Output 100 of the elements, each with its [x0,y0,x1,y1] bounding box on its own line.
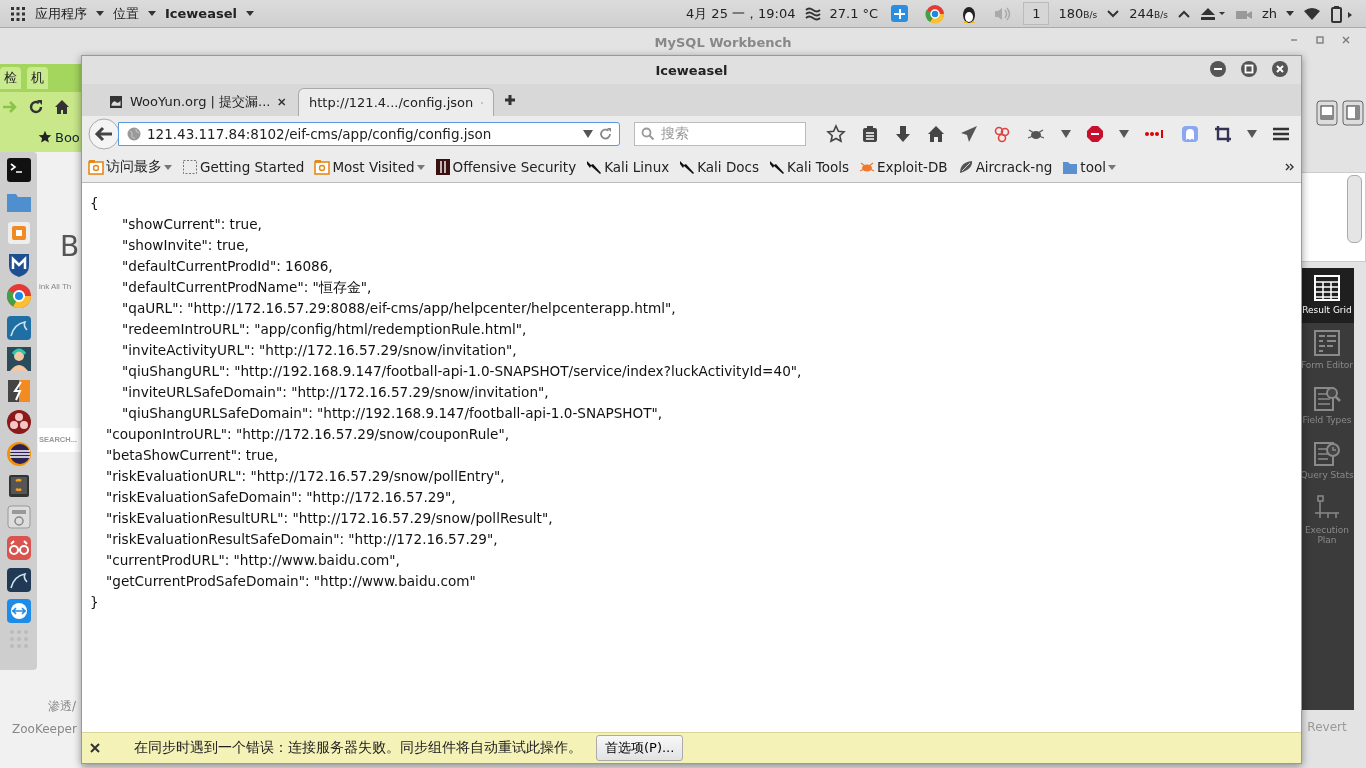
grid-icon [1313,274,1341,302]
language-menu[interactable]: zh [1261,6,1277,21]
home-icon[interactable] [927,125,945,143]
bookmark-link[interactable]: Kali Linux [586,159,670,175]
bookmark-link[interactable]: tool [1062,159,1116,175]
page-tagline: ink All Th [39,282,72,291]
tool-icon [769,159,785,175]
folder-icon [314,159,331,175]
circles-icon[interactable] [993,125,1011,143]
search-icon [641,127,655,141]
paper-plane-icon[interactable] [960,125,978,143]
bookmark-link[interactable]: Kali Tools [769,159,849,175]
close-icon[interactable] [90,743,100,753]
site-icon [434,159,451,175]
places-menu[interactable]: 位置 [113,4,139,23]
bookmark-link[interactable]: Aircrack-ng [957,159,1053,175]
site-icon [110,94,123,110]
clipboard-icon[interactable] [861,125,879,143]
remote-app-icon[interactable] [890,3,911,24]
footer-text: 渗透/ [48,698,77,715]
dots-icon[interactable] [1144,129,1166,139]
tool-icon [679,159,696,175]
bookmark-link[interactable]: Exploit-DB [858,159,948,175]
maximize-icon[interactable] [1240,60,1258,78]
caret-icon [96,11,104,16]
chevron-up-icon [1176,8,1191,19]
crop-icon[interactable] [1214,125,1232,143]
close-icon[interactable] [1271,60,1289,78]
dish-icon [957,159,974,175]
dropdown-icon[interactable] [1119,130,1129,138]
back-icon[interactable] [88,118,120,150]
dropdown-icon[interactable] [1247,130,1257,138]
dropdown-icon[interactable] [1061,130,1071,138]
app-grid-icon[interactable] [10,5,26,22]
scrollbar[interactable] [1347,175,1362,243]
bookmark-link[interactable]: Boo [55,129,80,145]
globe-icon [127,127,141,141]
preferences-button[interactable]: 首选项(P)... [596,735,684,761]
glasses-icon[interactable] [4,534,33,562]
tool-icon [586,159,603,175]
json-text: { "showCurrent": true, "showInvite": true, "defaultCurrentProdId": 16086, "defaultCurrentProdName": "恒存金", "qaURL": "http://172.16.57.29:8088/eif-cms/app/helpcenter/helpcenterapp.html", "redeemIntroURL": "app/config/html/redemptionRule.html", "inviteActivityURL": "http://172.16.57.29/snow/invitation", "qiuShangURL": "http://192.168.9.147/football-api-1.0-SNAPSHOT/service/index?luckActivityId=40", "inviteURLSafeDomain": "http://172.16.57.29/snow/invitation", "qiuShangURLSafeDomain": "http://192.168.9.147/football-api-1.0-SNAPSHOT", "couponIntroURL": "http://172.16.57.29/snow/couponRule", "betaShowCurrent": true, "riskEvaluationURL": "http://172.16.57.29/snow/pollEntry", "riskEvaluationSafeDomain": "http://172.16.57.29", "riskEvaluationResultURL": "http://172.16.57.29/snow/pollResult", "riskEvaluationResultSafeDomain": "http://172.16.57.29", "currentProdURL": "http://www.baidu.com", "getCurrentProdSafeDomain": "http://www.baidu.com" } [90,194,803,612]
workspace-indicator[interactable]: 1 [1023,2,1050,25]
app-menu[interactable]: Iceweasel [165,6,237,21]
dolphin-icon[interactable] [4,565,33,594]
page-icon [182,159,198,175]
menu-icon[interactable] [1272,126,1290,142]
eject-icon[interactable] [1199,6,1226,21]
caret-icon [1107,164,1116,170]
caret-icon [416,164,425,170]
browser-tab[interactable]: WooYun.org | 提交漏... [100,88,296,116]
browser-tab[interactable]: http://121.4.../config.json [298,88,494,116]
window-title: MySQL Workbench [653,34,792,50]
browser-tab[interactable]: 检 [0,67,21,89]
url-text: 121.43.117.84:8102/eif-cms/app/config/config.json [147,126,492,142]
ad-block-icon[interactable] [1086,125,1104,143]
star-icon[interactable] [826,124,846,144]
bookmark-link[interactable]: Getting Started [182,159,305,175]
star-icon [38,130,52,144]
temperature[interactable]: 27.1 °C [829,6,879,21]
stopwatch-icon [1313,439,1341,467]
applications-menu[interactable]: 应用程序 [35,4,87,23]
window-title: Iceweasel [655,62,728,78]
chevron-right-icon[interactable] [1285,163,1295,171]
chevron-down-icon [1106,8,1121,19]
clock[interactable]: 4月 25 一，19:04 [685,4,796,23]
magnifier-icon [1313,384,1341,412]
new-tab-icon[interactable] [504,94,516,106]
download-rate: 180B/s [1058,6,1098,21]
layout-icon[interactable] [1342,100,1364,126]
bookmark-link[interactable]: Kali Docs [679,159,759,175]
page-heading: B [60,230,80,263]
circles-icon[interactable] [4,408,33,436]
bookmark-link[interactable]: Most Visited [314,159,425,175]
notification-message: 在同步时遇到一个错误：连接服务器失败。同步组件将自动重试此操作。 [134,739,582,757]
figure-icon[interactable] [4,345,33,373]
reload-icon[interactable] [28,99,44,115]
caret-icon [246,11,254,16]
browser-icon[interactable] [925,3,946,24]
minimize-icon[interactable] [1209,60,1227,78]
folder-icon [1062,159,1079,175]
wifi-icon[interactable] [1303,6,1321,21]
caret-icon [1286,11,1294,16]
bookmark-link[interactable]: 访问最多 [88,158,172,176]
home-icon[interactable] [54,99,70,115]
layout-icon[interactable] [1316,100,1338,126]
weather-icon [804,6,821,21]
terminal-icon[interactable] [4,156,33,184]
dropdown-icon[interactable] [583,130,593,138]
bookmark-link[interactable]: Offensive Security [434,159,577,175]
browser-icon[interactable] [4,282,33,310]
browser-tab[interactable]: 机 [27,67,48,89]
download-icon[interactable] [894,125,912,143]
address-bar[interactable]: 121.43.117.84:8102/eif-cms/app/config/config.json [118,122,620,146]
footer-text: ZooKeeper [12,722,77,736]
sidebar-item[interactable]: Result Grid [1300,268,1354,323]
folder-icon [88,159,104,175]
ring-icon[interactable] [4,439,33,468]
dolphin-icon[interactable] [4,313,33,342]
upload-rate: 244B/s [1129,6,1168,21]
form-icon [1313,329,1341,357]
